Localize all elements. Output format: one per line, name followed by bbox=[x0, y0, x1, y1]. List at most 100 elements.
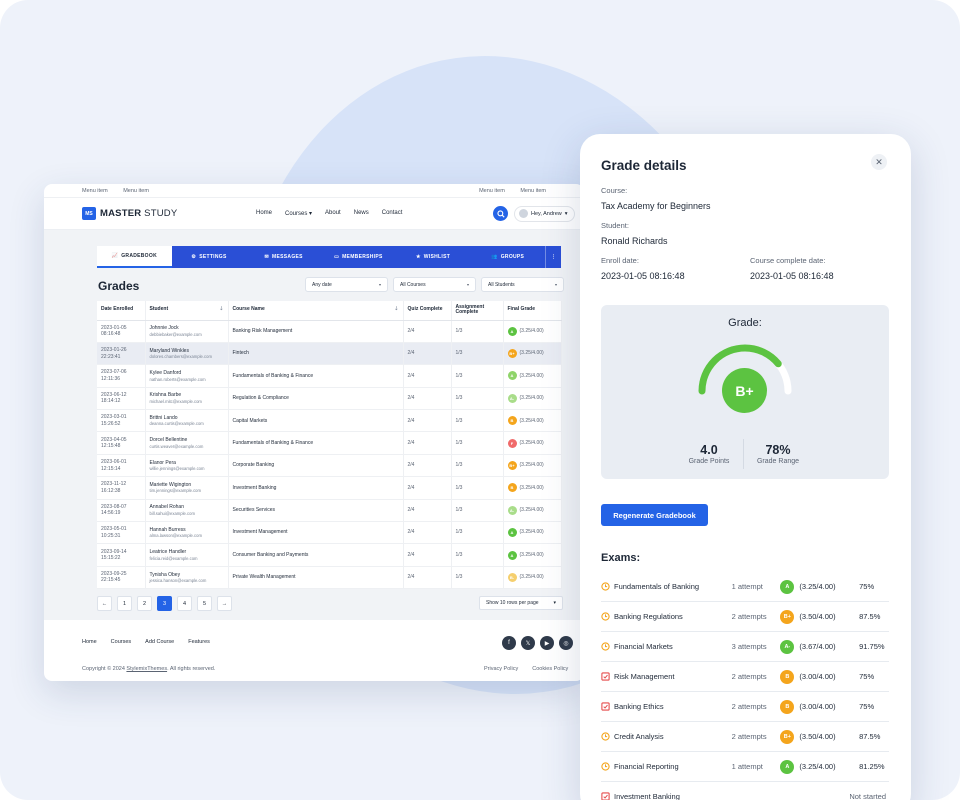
date-filter-select[interactable]: Any date ▾ bbox=[305, 277, 388, 292]
grade-badge: A bbox=[507, 550, 517, 560]
exam-row[interactable]: Risk Management 2 attempts B (3.00/4.00) 75% bbox=[601, 662, 889, 692]
column-header-assignment[interactable]: Assignment Complete bbox=[451, 301, 504, 321]
table-row[interactable]: 2023-08-07 14:56:19 Annabel Rohan bill.sahu… bbox=[97, 499, 562, 523]
nav-contact[interactable]: Contact bbox=[382, 210, 403, 217]
grade-cell[interactable]: A- (3.25/4.00) bbox=[503, 387, 562, 411]
course-cell[interactable]: Private Wealth Management bbox=[228, 566, 404, 590]
column-header-student[interactable]: Student ⇣ bbox=[145, 301, 229, 321]
top-menu-item[interactable]: Menu item bbox=[82, 188, 108, 194]
footer-link[interactable]: Add Course bbox=[145, 639, 174, 645]
tab-groups[interactable]: 👥 GROUPS bbox=[470, 246, 545, 268]
table-row[interactable]: 2023-03-01 15:26:52 Brittni Lando deanna.cu… bbox=[97, 409, 562, 433]
rows-per-page-select[interactable]: Show 10 rows per page ▾ bbox=[479, 596, 563, 610]
footer-link[interactable]: Home bbox=[82, 639, 97, 645]
table-row[interactable]: 2023-04-05 12:15:48 Dorcel Bellentine curti… bbox=[97, 431, 562, 455]
grade-cell[interactable]: B+ (3.25/4.00) bbox=[503, 342, 562, 366]
nav-home[interactable]: Home bbox=[256, 210, 272, 217]
search-button[interactable] bbox=[493, 206, 508, 221]
exam-row[interactable]: Banking Ethics 2 attempts B (3.00/4.00) 75% bbox=[601, 692, 889, 722]
close-button[interactable]: ✕ bbox=[871, 154, 887, 170]
regenerate-gradebook-button[interactable]: Regenerate Gradebook bbox=[601, 504, 708, 526]
tab-messages[interactable]: ✉ MESSAGES bbox=[246, 246, 321, 268]
privacy-policy-link[interactable]: Privacy Policy bbox=[484, 666, 518, 672]
instagram-icon[interactable]: ◎ bbox=[559, 636, 573, 650]
course-cell[interactable]: Investment Banking bbox=[228, 476, 404, 500]
top-menu-item[interactable]: Menu item bbox=[123, 188, 149, 194]
exam-row[interactable]: Financial Reporting 1 attempt A (3.25/4.00)… bbox=[601, 752, 889, 782]
course-cell[interactable]: Investment Management bbox=[228, 521, 404, 545]
page-button[interactable]: 1 bbox=[117, 596, 132, 611]
grade-cell[interactable]: B+ (3.25/4.00) bbox=[503, 454, 562, 478]
column-header-date[interactable]: Date Enrolled bbox=[97, 301, 146, 321]
facebook-icon[interactable]: f bbox=[502, 636, 516, 650]
tab-memberships[interactable]: ▭ MEMBERSHIPS bbox=[321, 246, 396, 268]
footer-link[interactable]: Features bbox=[188, 639, 210, 645]
footer-link[interactable]: Courses bbox=[111, 639, 131, 645]
exam-row[interactable]: Financial Markets 3 attempts A- (3.67/4.00)… bbox=[601, 632, 889, 662]
grade-cell[interactable]: F (3.25/4.00) bbox=[503, 431, 562, 455]
top-menu-item[interactable]: Menu item bbox=[479, 188, 505, 194]
grade-cell[interactable]: A (3.25/4.00) bbox=[503, 543, 562, 567]
column-header-grade[interactable]: Final Grade bbox=[503, 301, 562, 321]
column-header-course[interactable]: Course Name ⇣ bbox=[228, 301, 404, 321]
grade-cell[interactable]: B- (3.25/4.00) bbox=[503, 566, 562, 590]
course-cell[interactable]: Fundamentals of Banking & Finance bbox=[228, 364, 404, 388]
next-page-button[interactable]: → bbox=[217, 596, 232, 611]
table-row[interactable]: 2023-09-25 22:15:45 Tynisha Obey jessica.ha… bbox=[97, 566, 562, 590]
sort-icon: ⇣ bbox=[219, 306, 224, 313]
complete-date-value: 2023-01-05 08:16:48 bbox=[750, 271, 834, 281]
grade-cell[interactable]: A (3.25/4.00) bbox=[503, 521, 562, 545]
table-row[interactable]: 2023-11-12 16:12:38 Mariette Wigington tim.… bbox=[97, 476, 562, 500]
nav-news[interactable]: News bbox=[354, 210, 369, 217]
tab-gradebook[interactable]: 📈 GRADEBOOK bbox=[97, 246, 172, 268]
table-row[interactable]: 2023-01-26 22:23:41 Maryland Winkles dolore… bbox=[97, 342, 562, 366]
course-cell[interactable]: Fintech bbox=[228, 342, 404, 366]
table-row[interactable]: 2023-01-05 08:16:48 Johnnie Jock debbiebake… bbox=[97, 320, 562, 343]
prev-page-button[interactable]: ← bbox=[97, 596, 112, 611]
grade-cell[interactable]: A- (3.25/4.00) bbox=[503, 499, 562, 523]
nav-courses[interactable]: Courses ▾ bbox=[285, 210, 312, 217]
grade-cell[interactable]: B (3.25/4.00) bbox=[503, 409, 562, 433]
page-button[interactable]: 2 bbox=[137, 596, 152, 611]
exam-name: Financial Markets bbox=[614, 642, 673, 651]
column-header-quiz[interactable]: Quiz Complete bbox=[403, 301, 452, 321]
table-row[interactable]: 2023-06-12 18:14:12 Krishna Barbe michael.m… bbox=[97, 387, 562, 411]
more-tabs-button[interactable]: ⋮ bbox=[545, 246, 561, 268]
grade-cell[interactable]: A (3.25/4.00) bbox=[503, 320, 562, 343]
filters: Any date ▾ All Courses ▾ All Students ▾ bbox=[305, 277, 564, 292]
table-row[interactable]: 2023-06-01 12:15:14 Elanor Pera willie.jenn… bbox=[97, 454, 562, 478]
page-button[interactable]: 5 bbox=[197, 596, 212, 611]
logo[interactable]: MS MASTER STUDY bbox=[82, 207, 177, 220]
table-row[interactable]: 2023-09-14 15:15:22 Leatrice Handler felici… bbox=[97, 543, 562, 567]
tab-wishlist[interactable]: ★ WISHLIST bbox=[396, 246, 471, 268]
course-cell[interactable]: Capital Markets bbox=[228, 409, 404, 433]
exam-row[interactable]: Investment Banking Not started bbox=[601, 782, 889, 800]
course-cell[interactable]: Fundamentals of Banking & Finance bbox=[228, 431, 404, 455]
exam-row[interactable]: Credit Analysis 2 attempts B+ (3.50/4.00) 87… bbox=[601, 722, 889, 752]
x-icon[interactable]: 𝕏 bbox=[521, 636, 535, 650]
table-row[interactable]: 2023-07-06 12:11:36 Kylee Danford nathan.ro… bbox=[97, 364, 562, 388]
grade-cell[interactable]: A (3.25/4.00) bbox=[503, 364, 562, 388]
page-button[interactable]: 4 bbox=[177, 596, 192, 611]
course-cell[interactable]: Corporate Banking bbox=[228, 454, 404, 478]
page-button-current[interactable]: 3 bbox=[157, 596, 172, 611]
course-filter-select[interactable]: All Courses ▾ bbox=[393, 277, 476, 292]
youtube-icon[interactable]: ▶ bbox=[540, 636, 554, 650]
table-row[interactable]: 2023-05-01 10:25:31 Hannah Burress alma.law… bbox=[97, 521, 562, 545]
course-cell[interactable]: Regulation & Compliance bbox=[228, 387, 404, 411]
grade-score: (3.25/4.00) bbox=[519, 439, 544, 446]
copyright-link[interactable]: StylemixThemes bbox=[126, 666, 167, 672]
student-filter-select[interactable]: All Students ▾ bbox=[481, 277, 564, 292]
exam-row[interactable]: Fundamentals of Banking 1 attempt A (3.25/4… bbox=[601, 572, 889, 602]
cookies-policy-link[interactable]: Cookies Policy bbox=[532, 666, 568, 672]
course-cell[interactable]: Consumer Banking and Payments bbox=[228, 543, 404, 567]
exam-row[interactable]: Banking Regulations 2 attempts B+ (3.50/4.0… bbox=[601, 602, 889, 632]
nav-about[interactable]: About bbox=[325, 210, 341, 217]
course-cell[interactable]: Banking Risk Management bbox=[228, 320, 404, 343]
user-menu[interactable]: Hey, Andrew ▾ bbox=[514, 205, 575, 222]
top-menu-item[interactable]: Menu item bbox=[520, 188, 546, 194]
grade-cell[interactable]: B (3.25/4.00) bbox=[503, 476, 562, 500]
tab-settings[interactable]: ⚙ SETTINGS bbox=[172, 246, 247, 268]
course-cell[interactable]: Securities Services bbox=[228, 499, 404, 523]
exam-status: Not started bbox=[849, 792, 886, 800]
